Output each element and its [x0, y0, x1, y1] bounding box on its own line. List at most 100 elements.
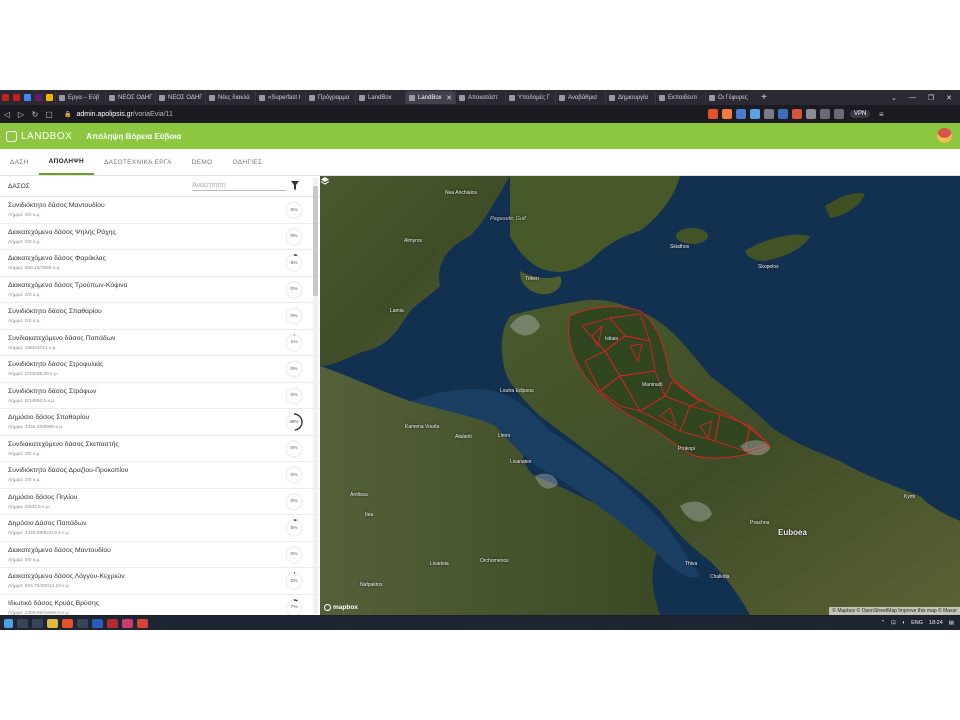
list-scrollbar[interactable]	[313, 178, 318, 614]
bookmark-icon[interactable]: ▢	[42, 110, 56, 119]
layers-icon[interactable]	[320, 176, 330, 186]
indesign-icon[interactable]	[122, 618, 133, 628]
rewards-icon[interactable]	[722, 109, 732, 119]
extension-icon[interactable]	[792, 109, 802, 119]
volume-icon[interactable]: ◖	[902, 620, 905, 626]
back-icon[interactable]: ◁	[0, 110, 14, 119]
list-item[interactable]: Συνιδιόκτητο δάσος Σπαθαρίου Λήμμα: 0/0 κ…	[0, 303, 320, 330]
drive-icon[interactable]	[44, 90, 55, 105]
browser-icon[interactable]	[62, 618, 73, 628]
browser-tab[interactable]: Νέες διακλά	[205, 91, 255, 104]
avatar[interactable]	[937, 128, 952, 143]
browser-tab[interactable]: «Superfast I	[255, 91, 305, 104]
extension-icon[interactable]	[736, 109, 746, 119]
list-item[interactable]: Διακατεχόμενο δάσος Ψηλής Ράχης Λήμμα: 0/…	[0, 224, 320, 250]
browser-tab[interactable]: ΝΕΟΣ ΟΔΗΓ	[105, 91, 155, 104]
browser-tab[interactable]: Πρόγραμμα	[305, 91, 355, 104]
download-icon[interactable]	[820, 109, 830, 119]
puzzle-icon[interactable]	[806, 109, 816, 119]
browser-tab[interactable]: Αναβάθμισ	[555, 91, 605, 104]
acrobat-icon[interactable]	[107, 618, 118, 628]
list-item[interactable]: Συνδιακατεχόμενο δάσος Παπάδων Λήμμα: 195…	[0, 330, 320, 356]
slack-icon[interactable]	[33, 90, 44, 105]
gmail-icon[interactable]	[11, 90, 22, 105]
minimize-icon[interactable]: —	[909, 94, 916, 101]
progress-percent: 0%	[290, 234, 298, 239]
tab-demo[interactable]: DEMO	[182, 149, 223, 175]
filter-icon[interactable]	[291, 181, 299, 190]
gmail-icon-glyph	[2, 94, 9, 101]
gmail-icon[interactable]	[0, 90, 11, 105]
extension-icon[interactable]	[764, 109, 774, 119]
favicon-icon	[309, 94, 315, 101]
browser-tab[interactable]: LandBox ✕	[405, 91, 455, 104]
map-attribution[interactable]: © Mapbox © OpenStreetMap Improve this ma…	[829, 607, 960, 615]
browser-tab[interactable]: Αποκατάστ	[455, 91, 505, 104]
calendar-icon[interactable]	[22, 90, 33, 105]
task-view-icon[interactable]	[32, 618, 43, 628]
close-tab-icon[interactable]: ✕	[446, 94, 452, 102]
app-icon[interactable]	[137, 618, 148, 628]
app-icon[interactable]	[77, 618, 88, 628]
tray-chevron-icon[interactable]: ⌃	[881, 620, 886, 626]
forest-harvest-detail: Λήμμα: 195/23741 κ.μ.	[8, 345, 57, 351]
tab-guide[interactable]: ΟΔΗΓΙΕΣ	[222, 149, 272, 175]
extension-icon[interactable]	[750, 109, 760, 119]
progress-percent: 0%	[290, 287, 298, 292]
progress-percent: 0%	[290, 366, 298, 372]
browser-tab[interactable]: LandBox	[355, 91, 405, 104]
forest-name: Δημόσιο Δάσος Παπάδων	[8, 520, 87, 527]
extension-icon[interactable]	[778, 109, 788, 119]
list-item[interactable]: Δημόσιο δάσος Σπαθαρίου Λήμμα: 4346,44/89…	[0, 409, 320, 436]
map-view[interactable]: Nea Anchialos Pagasetic Gulf Almyros Skiath…	[320, 176, 960, 615]
browser-tab[interactable]: Οι Γέφυρες	[705, 91, 755, 104]
map-place-label: Skiathos	[670, 244, 690, 250]
browser-tab[interactable]: Εκπαιδευτι	[655, 91, 705, 104]
scrollbar-thumb[interactable]	[313, 186, 318, 296]
map-place-label: Amfissa	[350, 492, 368, 498]
browser-tab[interactable]: Υποδομές Γ	[505, 91, 555, 104]
close-window-icon[interactable]: ✕	[946, 94, 952, 102]
column-header-forest: ΔΑΣΟΣ	[8, 182, 30, 190]
network-icon[interactable]: ⊡	[891, 620, 896, 626]
list-item[interactable]: Συνιδιόκτητο δάσος Στροφυλιάς Λήμμα: 0/33…	[0, 356, 320, 383]
list-item[interactable]: Διακατεχόμενο δάσος Μαντουδίου Λήμμα: 0/0…	[0, 542, 320, 568]
tab-list-icon[interactable]: ⌄	[891, 94, 897, 102]
browser-tab[interactable]: Δημιουργία	[605, 91, 655, 104]
tab-harvest[interactable]: ΑΠΟΛΗΨΗ	[38, 149, 94, 175]
list-item[interactable]: Συνιδιόκτητο δάσος Στράφων Λήμμα: 0/14992…	[0, 383, 320, 409]
list-item[interactable]: Διακατεχόμενο δάσος Φαράκλας Λήμμα: 500,1…	[0, 250, 320, 277]
list-item[interactable]: Δημόσιο Δάσος Παπάδων Λήμμα: 4449,59/8241…	[0, 515, 320, 542]
list-item[interactable]: Συνδιακατεχόμενο δάσος Σκεπαστής Λήμμα: 0…	[0, 436, 320, 462]
tab-forests[interactable]: ΔΑΣΗ	[0, 149, 39, 175]
list-item[interactable]: Ιδιωτικό δάσος Κρυάς Βρύσης Λήμμα: 1309,6…	[0, 595, 320, 615]
mapbox-logo-text: mapbox	[333, 604, 358, 611]
vpn-button[interactable]: VPN	[850, 110, 871, 118]
notifications-icon[interactable]: ▤	[949, 620, 954, 626]
list-item[interactable]: Συνιδιόκτητο δάσος Δραζίου-Προκοπίου Λήμμ…	[0, 462, 320, 489]
list-item[interactable]: Διακατεχόμενο δάσος Λόγγου-Κεχριών Λήμμα:…	[0, 568, 320, 595]
list-item[interactable]: Συνιδιόκτητο δάσος Μαντουδίου Λήμμα: 0/0 …	[0, 197, 320, 224]
menu-icon[interactable]: ≡	[874, 110, 888, 119]
file-explorer-icon[interactable]	[47, 618, 58, 628]
clock[interactable]: 18:24	[929, 620, 943, 626]
forward-icon[interactable]: ▷	[14, 110, 28, 119]
photoshop-icon[interactable]	[92, 618, 103, 628]
address-bar[interactable]: 🔒 admin.apolipsis.gr/voriaEvia/11	[64, 108, 704, 120]
search-input[interactable]	[192, 180, 286, 191]
browser-tab[interactable]: Εργα – Εύβ	[55, 91, 105, 104]
browser-tab[interactable]: ΝΕΟΣ ΟΔΗΓ	[155, 91, 205, 104]
new-tab-icon[interactable]: +	[761, 92, 767, 103]
lang-indicator[interactable]: ENG	[911, 620, 923, 626]
wallet-icon[interactable]	[834, 109, 844, 119]
search-icon[interactable]	[17, 618, 28, 628]
brave-shield-icon[interactable]	[708, 109, 718, 119]
list-item[interactable]: Δημόσιο δάσος Πηλίου Λήμμα: 0/841,5 κ.μ. 0…	[0, 489, 320, 515]
start-icon[interactable]	[4, 618, 13, 628]
reload-icon[interactable]: ↻	[28, 110, 42, 119]
map-place-label: Psachna	[750, 520, 770, 526]
landbox-logo[interactable]: LANDBOX	[6, 130, 72, 142]
tab-forestry-works[interactable]: ΔΑΣΟΤΕΧΝΙΚΑ ΕΡΓΑ	[94, 149, 182, 175]
list-item[interactable]: Διακατεχόμενο δάσος Τρούπων-Κόφινα Λήμμα:…	[0, 277, 320, 303]
maximize-icon[interactable]: ❐	[928, 94, 934, 102]
